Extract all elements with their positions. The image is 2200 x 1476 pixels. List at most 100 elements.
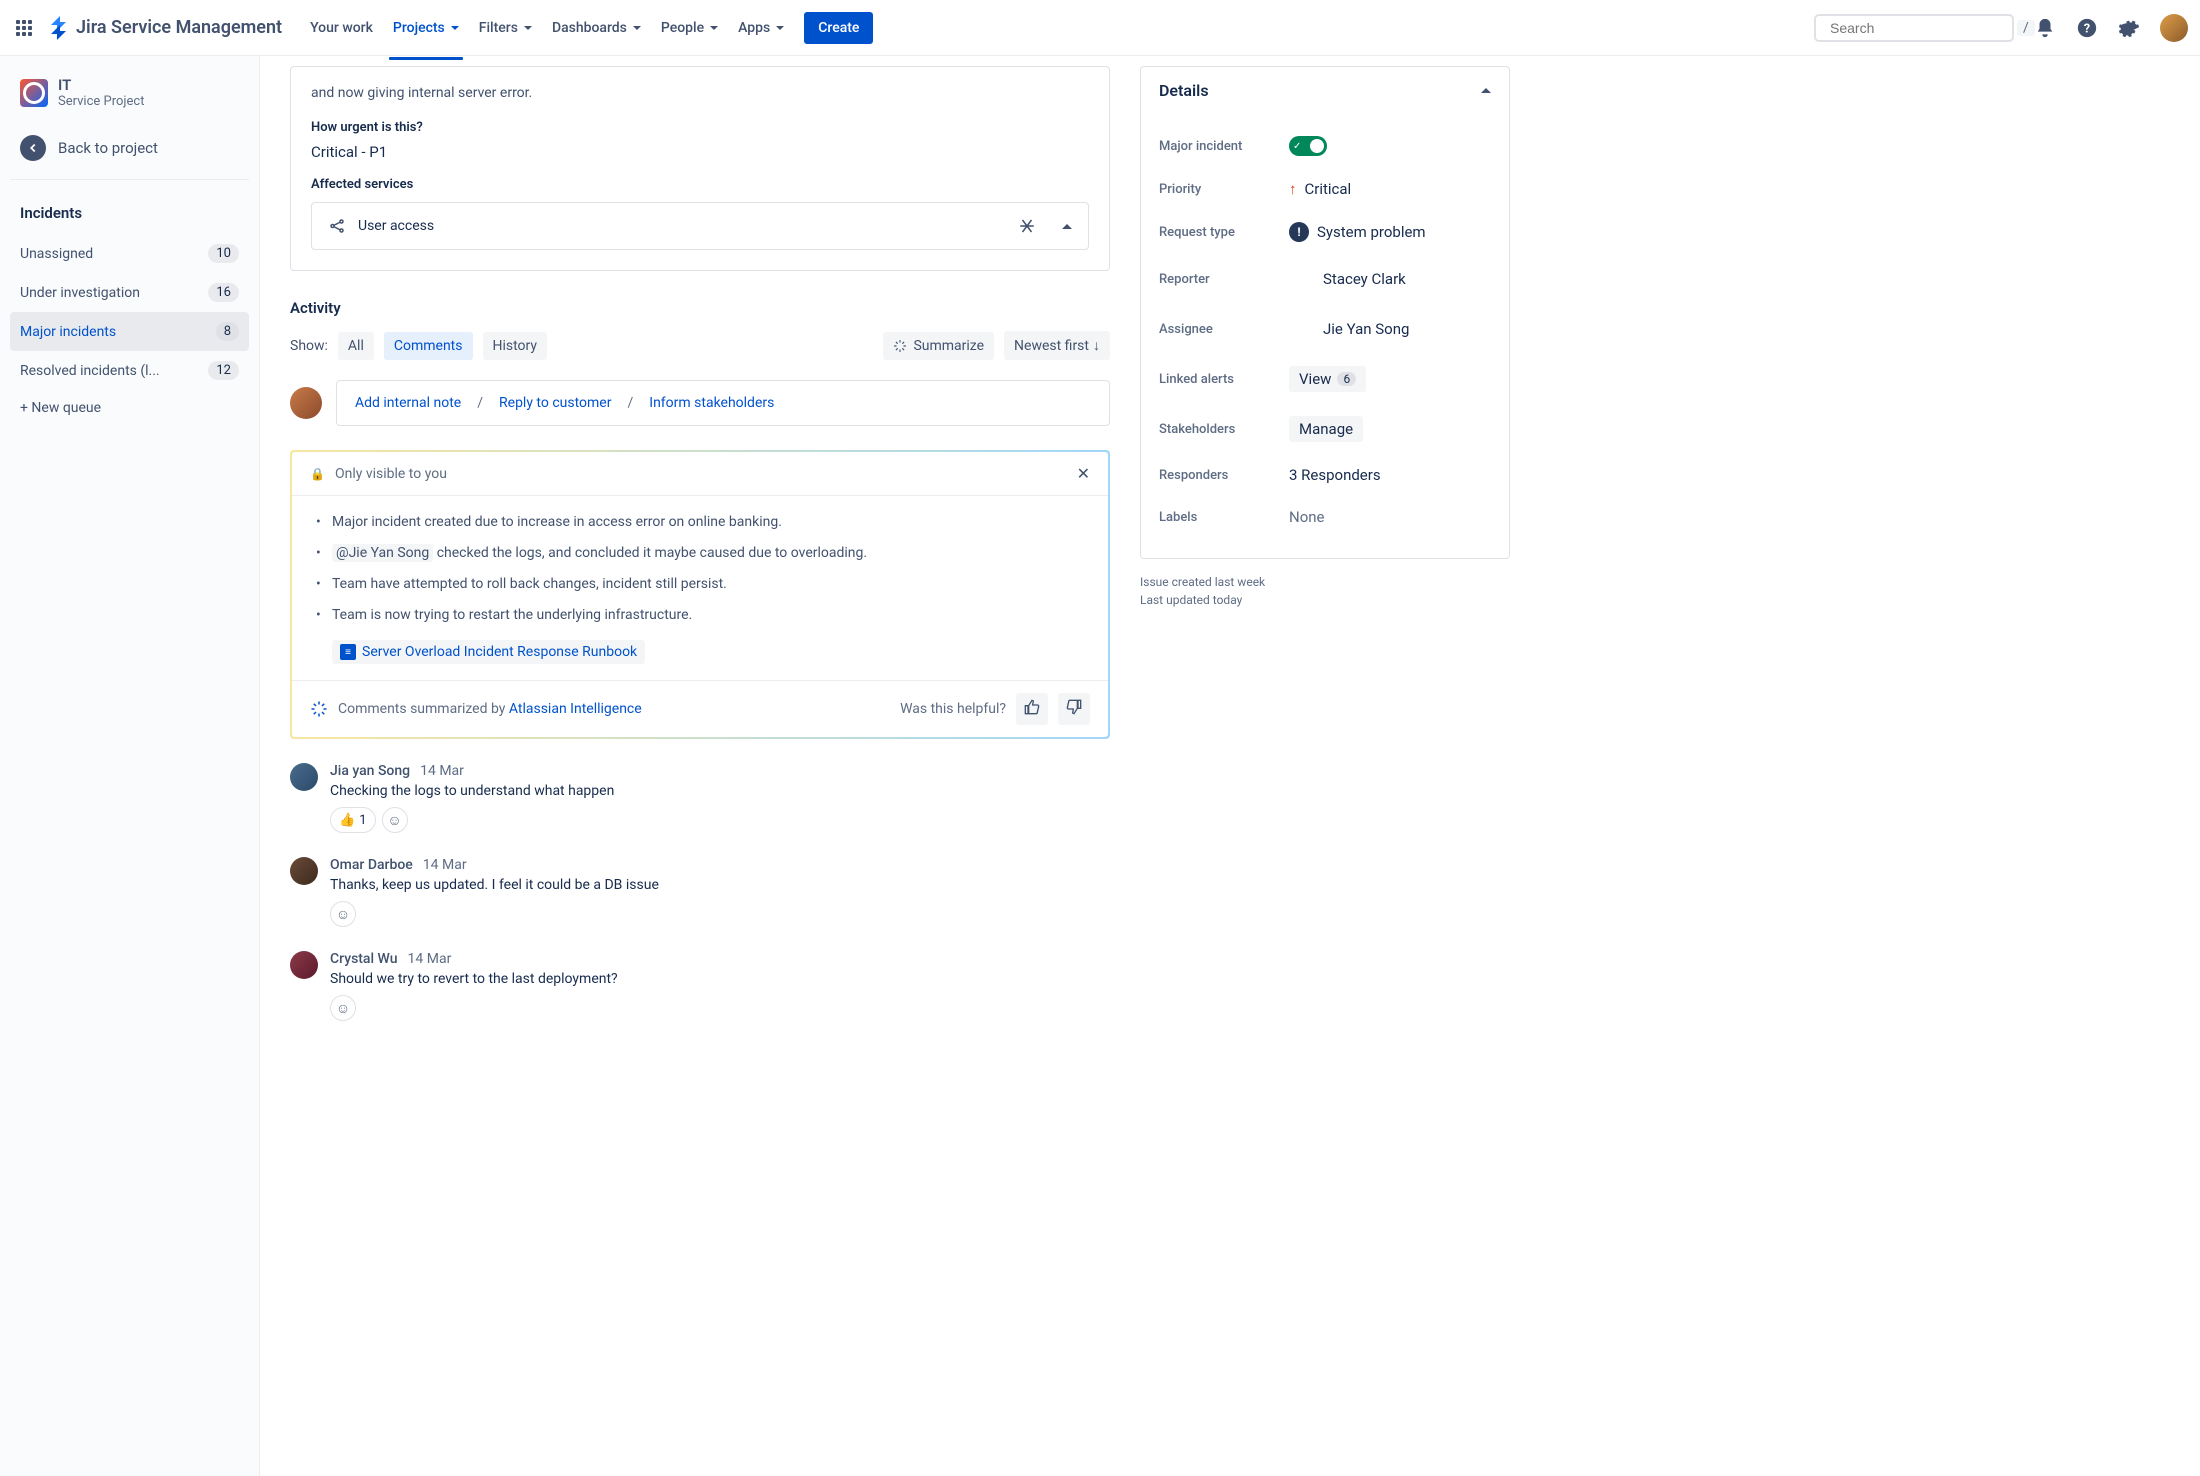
project-header[interactable]: IT Service Project	[10, 76, 249, 125]
manage-stakeholders-button[interactable]: Manage	[1289, 416, 1363, 442]
chevron-up-icon	[1481, 88, 1491, 93]
comment-composer: Add internal note / Reply to customer / …	[290, 380, 1110, 426]
labels-value[interactable]: None	[1289, 508, 1491, 526]
comment-author: Crystal Wu	[330, 951, 398, 967]
comment: Crystal Wu 14 Mar Should we try to revert …	[290, 951, 1110, 1021]
settings-icon[interactable]	[2118, 17, 2140, 39]
atlassian-intelligence-link[interactable]: Atlassian Intelligence	[509, 701, 642, 717]
svg-text:?: ?	[2084, 21, 2090, 36]
arrow-left-icon	[20, 135, 46, 161]
close-icon[interactable]: ✕	[1077, 464, 1090, 483]
ai-bullet: Team have attempted to roll back changes…	[316, 574, 1084, 595]
priority-critical-icon: ↑	[1289, 180, 1297, 198]
thumbs-down-button[interactable]	[1058, 693, 1090, 725]
nav-dashboards[interactable]: Dashboards	[544, 10, 649, 46]
tab-all[interactable]: All	[338, 332, 374, 360]
assignee-label: Assignee	[1159, 322, 1289, 337]
affected-service-row[interactable]: User access	[311, 202, 1089, 250]
add-reaction-button[interactable]: ☺	[330, 901, 356, 927]
chevron-down-icon	[524, 26, 532, 30]
thumbs-down-icon	[1066, 699, 1082, 715]
comment-text: Should we try to revert to the last depl…	[330, 971, 1110, 987]
new-queue-button[interactable]: + New queue	[10, 390, 249, 426]
assignee-avatar	[1289, 316, 1315, 342]
nav-projects[interactable]: Projects	[385, 10, 467, 46]
nav-apps[interactable]: Apps	[730, 10, 792, 46]
search-box[interactable]: /	[1814, 14, 2014, 42]
comment: Jia yan Song14 MarChecking the logs to u…	[290, 763, 1110, 833]
mention[interactable]: @Jie Yan Song	[332, 544, 433, 562]
details-panel: Details Major incident Priority ↑ Critic…	[1140, 56, 1510, 1446]
queue-item[interactable]: Under investigation16	[10, 273, 249, 312]
runbook-link[interactable]: ≡ Server Overload Incident Response Runb…	[332, 640, 645, 664]
profile-avatar[interactable]	[2160, 14, 2188, 42]
add-internal-note[interactable]: Add internal note	[355, 395, 461, 411]
major-incident-label: Major incident	[1159, 139, 1289, 154]
help-icon[interactable]: ?	[2076, 17, 2098, 39]
nav-filters[interactable]: Filters	[471, 10, 540, 46]
assignee-value[interactable]: Jie Yan Song	[1289, 316, 1491, 342]
nav-your-work[interactable]: Your work	[302, 10, 381, 46]
labels-label: Labels	[1159, 510, 1289, 525]
major-incident-toggle[interactable]	[1289, 136, 1327, 156]
project-name: IT	[58, 76, 144, 94]
sidebar: IT Service Project Back to project Incid…	[0, 56, 260, 1476]
reply-to-customer[interactable]: Reply to customer	[499, 395, 611, 411]
graph-icon[interactable]	[1018, 217, 1036, 235]
view-alerts-button[interactable]: View 6	[1289, 366, 1366, 392]
notifications-icon[interactable]	[2034, 17, 2056, 39]
issue-created-meta: Issue created last week	[1140, 573, 1510, 591]
reaction[interactable]: 👍 1	[330, 807, 376, 833]
app-switcher-icon[interactable]	[12, 16, 36, 40]
ai-bullet: Team is now trying to restart the underl…	[316, 605, 1084, 626]
thumbs-up-button[interactable]	[1016, 693, 1048, 725]
arrow-down-icon: ↓	[1093, 337, 1100, 354]
details-header[interactable]: Details	[1141, 67, 1509, 114]
tab-history[interactable]: History	[483, 332, 548, 360]
affected-services-label: Affected services	[311, 177, 1089, 192]
doc-icon: ≡	[340, 644, 356, 660]
add-reaction-button[interactable]: ☺	[330, 995, 356, 1021]
comment-author: Jia yan Song	[330, 763, 410, 779]
queue-label: Major incidents	[20, 324, 116, 340]
back-to-project[interactable]: Back to project	[10, 125, 249, 171]
comment-text: Checking the logs to understand what hap…	[330, 783, 1110, 799]
urgency-question: How urgent is this?	[311, 120, 1089, 135]
comment-avatar	[290, 951, 318, 979]
queue-count: 8	[216, 322, 239, 341]
queue-item[interactable]: Unassigned10	[10, 234, 249, 273]
reporter-value[interactable]: Stacey Clark	[1289, 266, 1491, 292]
product-name: Jira Service Management	[76, 17, 282, 38]
responders-value[interactable]: 3 Responders	[1289, 466, 1491, 484]
stakeholders-label: Stakeholders	[1159, 422, 1289, 437]
create-button[interactable]: Create	[804, 12, 873, 44]
composer-box[interactable]: Add internal note / Reply to customer / …	[336, 380, 1110, 426]
urgency-value: Critical - P1	[311, 143, 1089, 161]
ticket-description-box: and now giving internal server error. Ho…	[290, 66, 1110, 271]
chevron-up-icon[interactable]	[1062, 224, 1072, 229]
comment-date: 14 Mar	[408, 951, 452, 967]
summarize-button[interactable]: Summarize	[883, 332, 994, 360]
activity-toolbar: Show: All Comments History Summarize New…	[290, 331, 1110, 360]
tab-comments[interactable]: Comments	[384, 332, 473, 360]
helpful-label: Was this helpful?	[900, 701, 1006, 717]
sort-button[interactable]: Newest first ↓	[1004, 331, 1110, 360]
service-name: User access	[358, 218, 434, 234]
priority-value[interactable]: ↑ Critical	[1289, 180, 1491, 198]
inform-stakeholders[interactable]: Inform stakeholders	[649, 395, 774, 411]
add-reaction-button[interactable]: ☺	[382, 807, 408, 833]
ai-bullet: @Jie Yan Song checked the logs, and conc…	[316, 543, 1084, 564]
alerts-count: 6	[1337, 372, 1356, 386]
ai-summary-footer: Comments summarized by Atlassian Intelli…	[292, 680, 1108, 737]
nav-people[interactable]: People	[653, 10, 726, 46]
reporter-label: Reporter	[1159, 272, 1289, 287]
request-type-value[interactable]: ! System problem	[1289, 222, 1491, 242]
queue-item[interactable]: Major incidents 8	[10, 312, 249, 351]
project-icon	[20, 79, 48, 107]
top-navigation: Jira Service Management Your work Projec…	[0, 0, 2200, 56]
linked-alerts-label: Linked alerts	[1159, 372, 1289, 387]
search-input[interactable]	[1830, 20, 2011, 36]
queue-count: 16	[208, 283, 239, 302]
product-logo[interactable]: Jira Service Management	[48, 16, 282, 40]
queue-item[interactable]: Resolved incidents (l...12	[10, 351, 249, 390]
